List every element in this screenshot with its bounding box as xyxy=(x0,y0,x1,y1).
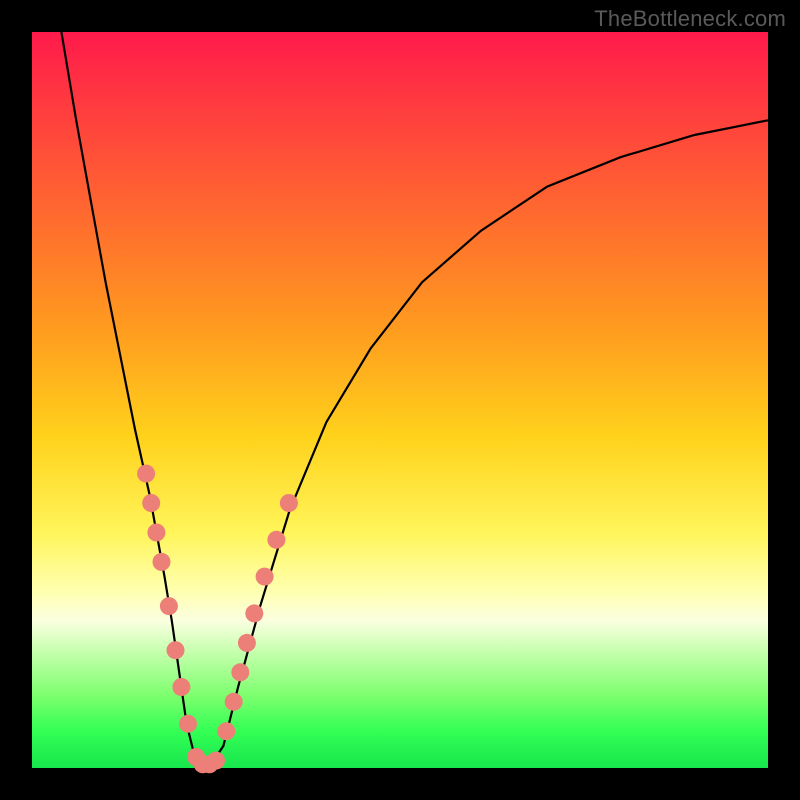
bottleneck-curve xyxy=(61,32,768,768)
bead-marker xyxy=(153,553,171,571)
bead-marker xyxy=(280,494,298,512)
bead-marker xyxy=(142,494,160,512)
chart-svg xyxy=(32,32,768,768)
bead-marker xyxy=(172,678,190,696)
bead-marker xyxy=(147,524,165,542)
bead-marker xyxy=(267,531,285,549)
plot-area xyxy=(32,32,768,768)
bead-marker xyxy=(231,663,249,681)
bead-marker xyxy=(160,597,178,615)
watermark-text: TheBottleneck.com xyxy=(594,6,786,32)
marker-beads xyxy=(137,465,298,774)
bead-marker xyxy=(245,604,263,622)
bead-marker xyxy=(137,465,155,483)
bead-marker xyxy=(179,715,197,733)
bead-marker xyxy=(238,634,256,652)
bead-marker xyxy=(217,722,235,740)
bead-marker xyxy=(207,752,225,770)
chart-frame: TheBottleneck.com xyxy=(0,0,800,800)
bead-marker xyxy=(256,568,274,586)
bead-marker xyxy=(167,641,185,659)
bead-marker xyxy=(225,693,243,711)
